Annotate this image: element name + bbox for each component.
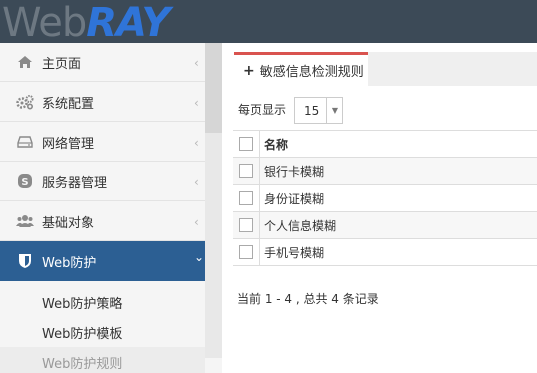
sidebar-item-network[interactable]: 网络管理 ‹: [0, 123, 222, 162]
logo-ray-text: RAY: [86, 0, 170, 46]
plus-icon: +: [243, 62, 255, 79]
sidebar-item-label: 主页面: [42, 56, 82, 72]
caret-down-icon: ▼: [326, 98, 343, 123]
gears-icon: [16, 93, 34, 111]
sidebar-item-label: Web防护: [42, 255, 97, 271]
webray-logo[interactable]: Web RAY: [2, 0, 170, 46]
rules-table: 名称 银行卡模糊 身份证模糊 个人信息模糊 手机号模糊: [233, 130, 537, 266]
table-row[interactable]: 个人信息模糊: [233, 211, 537, 239]
chevron-left-icon: ‹: [194, 136, 199, 150]
table-header-row: 名称: [233, 130, 537, 158]
row-name: 手机号模糊: [264, 245, 325, 260]
sidebar-item-web-protection[interactable]: Web防护 ⌄: [0, 241, 222, 281]
sidebar-item-home[interactable]: 主页面 ‹: [0, 43, 222, 82]
sidebar-item-server[interactable]: S 服务器管理 ‹: [0, 162, 222, 201]
svg-text:S: S: [21, 177, 28, 188]
row-checkbox[interactable]: [239, 245, 253, 259]
select-all-checkbox[interactable]: [239, 137, 253, 151]
chevron-left-icon: ‹: [194, 175, 199, 189]
shield-icon: [16, 252, 34, 270]
per-page-select[interactable]: 15 ▼: [294, 97, 343, 124]
sidebar-item-label: 服务器管理: [42, 175, 108, 191]
chevron-left-icon: ‹: [194, 215, 199, 229]
sidebar-subitem-web-rules[interactable]: Web防护规则: [0, 347, 205, 373]
pagination-info: 当前 1 - 4 , 总共 4 条记录: [237, 292, 379, 306]
per-page-value: 15: [304, 103, 320, 118]
sidebar-item-label: 网络管理: [42, 136, 95, 152]
row-checkbox[interactable]: [239, 191, 253, 205]
table-row[interactable]: 银行卡模糊: [233, 157, 537, 185]
table-row[interactable]: 身份证模糊: [233, 184, 537, 212]
chevron-left-icon: ‹: [194, 96, 199, 110]
users-icon: [16, 212, 34, 230]
sidebar-item-label: 基础对象: [42, 215, 95, 231]
home-icon: [16, 53, 34, 71]
sidebar-item-label: 系统配置: [42, 96, 95, 112]
sidebar-subitem-web-policy[interactable]: Web防护策略: [0, 287, 205, 317]
sidebar-subitem-web-template[interactable]: Web防护模板: [0, 317, 205, 347]
tab-sensitive-info-rules[interactable]: + 敏感信息检测规则: [234, 52, 368, 86]
column-header-name: 名称: [264, 137, 289, 152]
row-name: 银行卡模糊: [264, 164, 325, 179]
chevron-down-icon: ⌄: [194, 250, 205, 264]
logo-web-text: Web: [2, 0, 87, 46]
drive-icon: [16, 133, 34, 151]
chevron-left-icon: ‹: [194, 56, 199, 70]
tab-label: 敏感信息检测规则: [259, 65, 364, 80]
row-name: 身份证模糊: [264, 191, 325, 206]
sidebar-scrollbar-thumb[interactable]: [205, 43, 222, 133]
skype-icon: S: [16, 172, 34, 190]
table-row[interactable]: 手机号模糊: [233, 238, 537, 266]
sidebar-item-system-config[interactable]: 系统配置 ‹: [0, 83, 222, 122]
row-checkbox[interactable]: [239, 164, 253, 178]
sidebar-item-basic-objects[interactable]: 基础对象 ‹: [0, 202, 222, 241]
top-header: Web RAY: [0, 0, 537, 43]
per-page-label: 每页显示: [238, 103, 287, 117]
row-name: 个人信息模糊: [264, 218, 337, 233]
row-checkbox[interactable]: [239, 218, 253, 232]
